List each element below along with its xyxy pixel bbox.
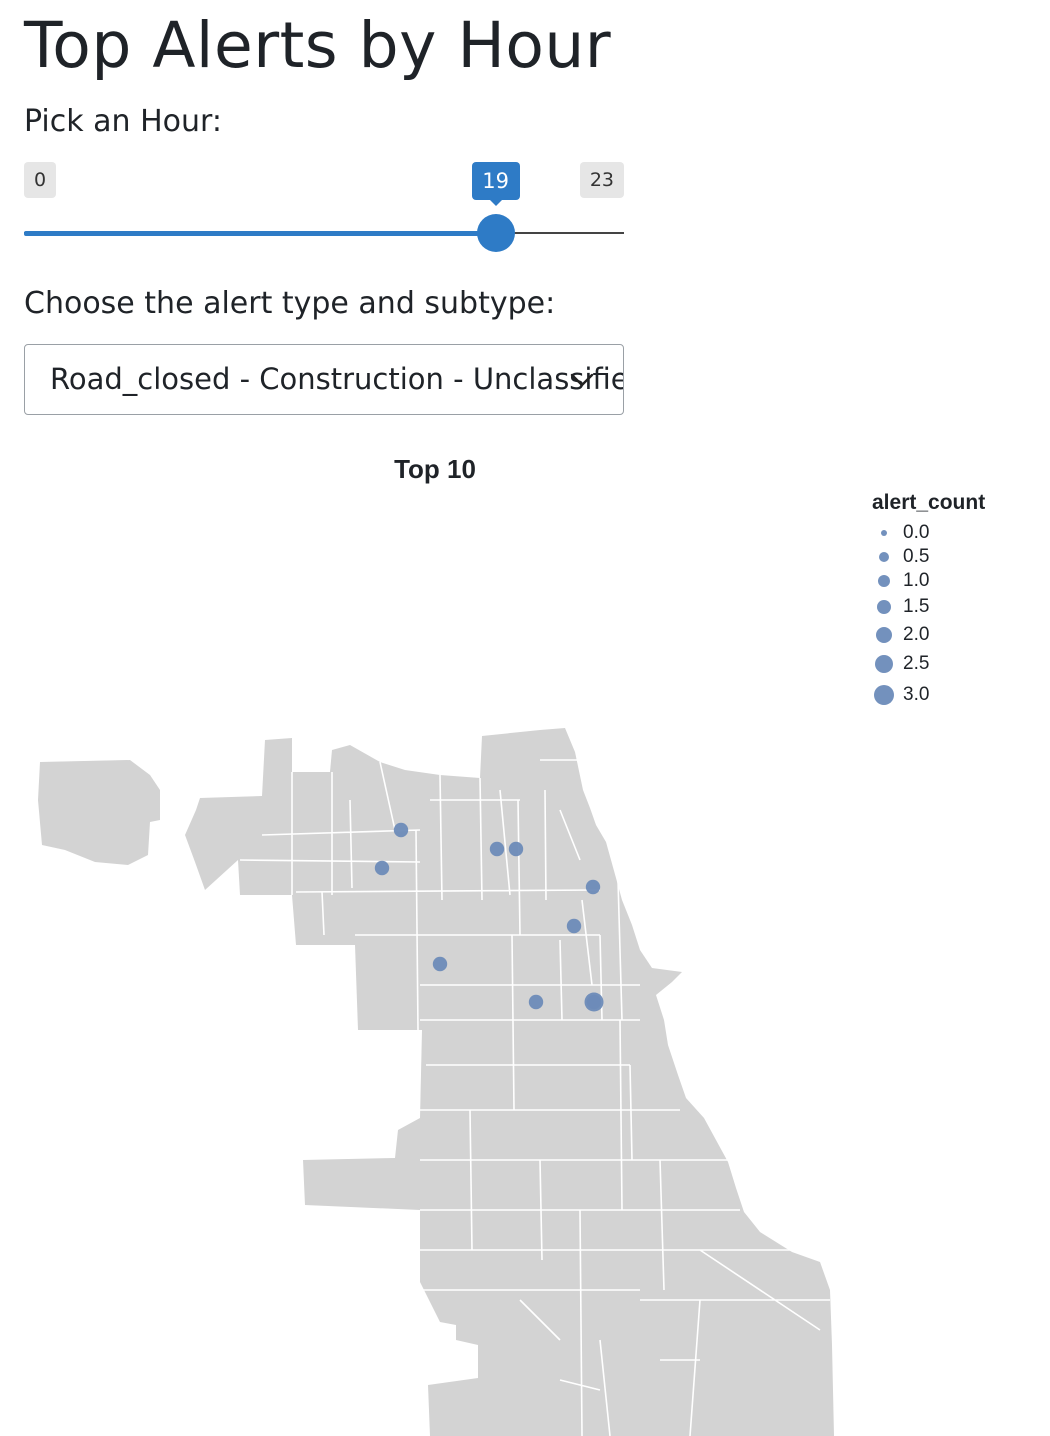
map-title: Top 10 <box>394 454 476 484</box>
alert-point <box>489 841 505 857</box>
alert-point <box>528 994 544 1010</box>
alert-type-selected-value: Road_closed - Construction - Unclassifie… <box>50 362 624 396</box>
slider-fill <box>24 231 496 236</box>
legend-dot <box>877 600 891 614</box>
map-legend: alert_count 0.0 0.5 1.0 1.5 2.0 2.5 3.0 <box>872 490 1042 720</box>
slider-value-label: 19 <box>471 162 520 206</box>
legend-entry: 1.5 <box>872 595 992 619</box>
legend-dot <box>879 552 889 562</box>
legend-entry: 0.5 <box>872 545 992 569</box>
alert-type-dropdown[interactable]: Road_closed - Construction - Unclassifie… <box>24 344 624 415</box>
alert-point <box>393 822 409 838</box>
legend-dot <box>874 685 894 705</box>
legend-dot <box>875 655 893 673</box>
alert-point <box>432 956 448 972</box>
legend-dot <box>881 530 887 536</box>
alert-point <box>584 992 604 1012</box>
alert-point <box>566 918 582 934</box>
legend-value: 1.5 <box>903 596 930 617</box>
hour-slider[interactable]: 0 19 23 <box>24 160 624 255</box>
chevron-down-icon <box>570 373 594 387</box>
legend-entry: 2.5 <box>872 652 992 676</box>
legend-dot <box>876 627 892 643</box>
legend-entry: 0.0 <box>872 521 992 545</box>
slider-min-label: 0 <box>24 162 57 198</box>
legend-entry: 2.0 <box>872 623 992 647</box>
map-area-ohare <box>38 760 160 865</box>
legend-entry: 3.0 <box>872 683 992 707</box>
slider-handle[interactable] <box>476 214 515 252</box>
legend-value: 0.5 <box>903 546 930 567</box>
alert-point <box>508 841 524 857</box>
legend-value: 0.0 <box>903 522 930 543</box>
legend-value: 2.5 <box>903 653 930 674</box>
alert-select-label: Choose the alert type and subtype: <box>24 286 556 321</box>
legend-title: alert_count <box>872 491 986 514</box>
legend-value: 1.0 <box>903 570 930 591</box>
alert-point <box>374 860 390 876</box>
chicago-map <box>38 728 834 1436</box>
legend-value: 3.0 <box>903 684 930 705</box>
legend-entry: 1.0 <box>872 569 992 593</box>
hour-slider-label: Pick an Hour: <box>24 104 222 139</box>
slider-max-label: 23 <box>579 162 624 198</box>
page-title: Top Alerts by Hour <box>24 9 612 82</box>
legend-dot <box>878 575 890 587</box>
alert-point <box>585 879 601 895</box>
legend-value: 2.0 <box>903 624 930 645</box>
